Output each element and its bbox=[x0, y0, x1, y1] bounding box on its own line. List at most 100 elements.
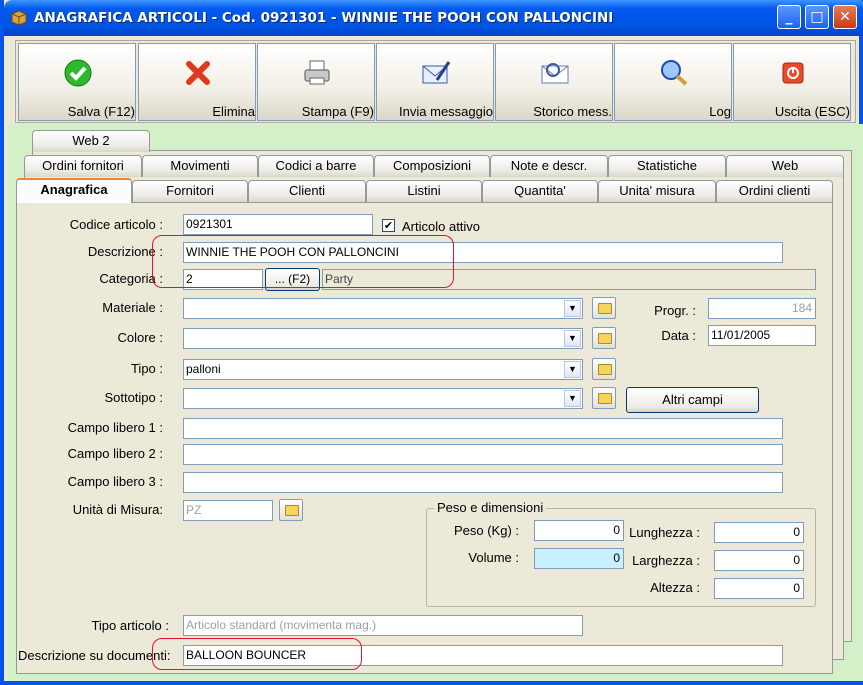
tab-codici-a-barre[interactable]: Codici a barre bbox=[258, 155, 374, 177]
tab-web-2[interactable]: Web 2 bbox=[32, 130, 150, 152]
minimize-icon: _ bbox=[785, 9, 793, 25]
message-history-label: Storico mess. bbox=[533, 104, 612, 119]
data-field[interactable]: 11/01/2005 bbox=[708, 325, 816, 346]
tab-listini[interactable]: Listini bbox=[366, 180, 482, 202]
progr-field: 184 bbox=[708, 298, 816, 319]
app-window: ANAGRAFICA ARTICOLI - Cod. 0921301 - WIN… bbox=[0, 0, 863, 685]
check-icon bbox=[64, 59, 92, 87]
exit-button[interactable]: Uscita (ESC) bbox=[733, 43, 851, 121]
altezza-field[interactable]: 0 bbox=[714, 578, 804, 599]
sottotipo-select[interactable]: ▼ bbox=[183, 388, 583, 409]
tab-composizioni[interactable]: Composizioni bbox=[374, 155, 490, 177]
folder-icon bbox=[285, 505, 299, 516]
chevron-down-icon[interactable]: ▼ bbox=[564, 330, 581, 347]
window-title: ANAGRAFICA ARTICOLI - Cod. 0921301 - WIN… bbox=[34, 10, 614, 26]
folder-icon bbox=[598, 333, 612, 344]
desc-doc-field[interactable]: BALLOON BOUNCER bbox=[183, 645, 783, 666]
colore-folder-button[interactable] bbox=[592, 327, 616, 349]
larghezza-label: Larghezza : bbox=[632, 553, 700, 568]
maximize-icon: □ bbox=[810, 9, 824, 25]
larghezza-field[interactable]: 0 bbox=[714, 550, 804, 571]
toolbar: Salva (F12) Elimina Stampa (F9) Invia me… bbox=[15, 40, 856, 123]
minimize-button[interactable]: _ bbox=[777, 5, 801, 29]
lunghezza-field[interactable]: 0 bbox=[714, 522, 804, 543]
delete-button[interactable]: Elimina bbox=[138, 43, 256, 121]
print-label: Stampa (F9) bbox=[301, 104, 374, 119]
volume-field[interactable]: 0 bbox=[534, 548, 624, 569]
exit-label: Uscita (ESC) bbox=[774, 104, 850, 119]
campo2-label: Campo libero 2 : bbox=[67, 446, 163, 461]
tipo-select[interactable]: palloni ▼ bbox=[183, 359, 583, 380]
descrizione-field[interactable]: WINNIE THE POOH CON PALLONCINI bbox=[183, 242, 783, 263]
power-icon bbox=[782, 62, 804, 84]
um-label: Unità di Misura: bbox=[72, 502, 163, 517]
title-bar[interactable]: ANAGRAFICA ARTICOLI - Cod. 0921301 - WIN… bbox=[4, 0, 863, 36]
tab-unita-misura[interactable]: Unita' misura bbox=[598, 180, 716, 202]
lunghezza-label: Lunghezza : bbox=[629, 525, 700, 540]
campo3-label: Campo libero 3 : bbox=[67, 474, 163, 489]
altri-campi-button[interactable]: Altri campi bbox=[626, 387, 759, 413]
log-button[interactable]: Log bbox=[614, 43, 732, 121]
materiale-select[interactable]: ▼ bbox=[183, 298, 583, 319]
tab-ordini-clienti[interactable]: Ordini clienti bbox=[716, 180, 833, 202]
envelope-pen-icon bbox=[422, 61, 451, 84]
codice-field[interactable]: 0921301 bbox=[183, 214, 373, 235]
codice-label: Codice articolo : bbox=[69, 217, 163, 232]
progr-label: Progr. : bbox=[654, 303, 696, 318]
colore-select[interactable]: ▼ bbox=[183, 328, 583, 349]
sottotipo-folder-button[interactable] bbox=[592, 387, 616, 409]
tab-ordini-fornitori[interactable]: Ordini fornitori bbox=[24, 155, 142, 177]
send-message-button[interactable]: Invia messaggio bbox=[376, 43, 494, 121]
volume-label: Volume : bbox=[468, 550, 519, 565]
campo1-field[interactable] bbox=[183, 418, 783, 439]
tab-quantita[interactable]: Quantita' bbox=[482, 180, 598, 202]
desc-doc-label: Descrizione su documenti: bbox=[18, 648, 171, 663]
folder-icon bbox=[598, 364, 612, 375]
tab-web[interactable]: Web bbox=[726, 155, 844, 177]
printer-icon bbox=[304, 60, 330, 85]
chevron-down-icon[interactable]: ▼ bbox=[564, 390, 581, 407]
tipo-articolo-field[interactable]: Articolo standard (movimenta mag.) bbox=[183, 615, 583, 636]
tipo-value: palloni bbox=[186, 362, 221, 376]
print-button[interactable]: Stampa (F9) bbox=[257, 43, 375, 121]
tipo-articolo-label: Tipo articolo : bbox=[91, 618, 169, 633]
save-button[interactable]: Salva (F12) bbox=[18, 43, 136, 121]
tab-fornitori[interactable]: Fornitori bbox=[132, 180, 248, 202]
altezza-label: Altezza : bbox=[650, 580, 700, 595]
categoria-field[interactable]: 2 bbox=[183, 269, 263, 290]
close-icon: ✕ bbox=[839, 9, 851, 25]
tab-clienti[interactable]: Clienti bbox=[248, 180, 366, 202]
delete-x-icon bbox=[186, 61, 210, 85]
tipo-folder-button[interactable] bbox=[592, 358, 616, 380]
maximize-button[interactable]: □ bbox=[805, 5, 829, 29]
peso-field[interactable]: 0 bbox=[534, 520, 624, 541]
sottotipo-label: Sottotipo : bbox=[104, 390, 163, 405]
chevron-down-icon[interactable]: ▼ bbox=[564, 300, 581, 317]
materiale-folder-button[interactable] bbox=[592, 297, 616, 319]
tab-movimenti[interactable]: Movimenti bbox=[142, 155, 258, 177]
um-field[interactable]: PZ bbox=[183, 500, 273, 521]
tab-note-descr[interactable]: Note e descr. bbox=[490, 155, 608, 177]
categoria-label: Categoria : bbox=[99, 271, 163, 286]
articolo-attivo-checkbox[interactable]: ✔ bbox=[382, 219, 395, 232]
campo3-field[interactable] bbox=[183, 472, 783, 493]
message-history-button[interactable]: Storico mess. bbox=[495, 43, 613, 121]
folder-icon bbox=[598, 303, 612, 314]
peso-dimensioni-title: Peso e dimensioni bbox=[434, 500, 547, 515]
colore-label: Colore : bbox=[117, 330, 163, 345]
descrizione-label: Descrizione : bbox=[87, 244, 163, 259]
materiale-label: Materiale : bbox=[102, 300, 163, 315]
tab-statistiche[interactable]: Statistiche bbox=[608, 155, 726, 177]
peso-label: Peso (Kg) : bbox=[453, 523, 519, 538]
box-app-icon bbox=[11, 10, 27, 26]
chevron-down-icon[interactable]: ▼ bbox=[564, 361, 581, 378]
um-folder-button[interactable] bbox=[279, 499, 303, 521]
tab-anagrafica[interactable]: Anagrafica bbox=[16, 178, 132, 203]
campo2-field[interactable] bbox=[183, 444, 783, 465]
categoria-lookup-button[interactable]: ... (F2) bbox=[265, 268, 320, 291]
folder-icon bbox=[598, 393, 612, 404]
close-button[interactable]: ✕ bbox=[833, 5, 857, 29]
tipo-label: Tipo : bbox=[130, 361, 163, 376]
log-label: Log bbox=[709, 104, 731, 119]
articolo-attivo-label: Articolo attivo bbox=[402, 219, 481, 234]
